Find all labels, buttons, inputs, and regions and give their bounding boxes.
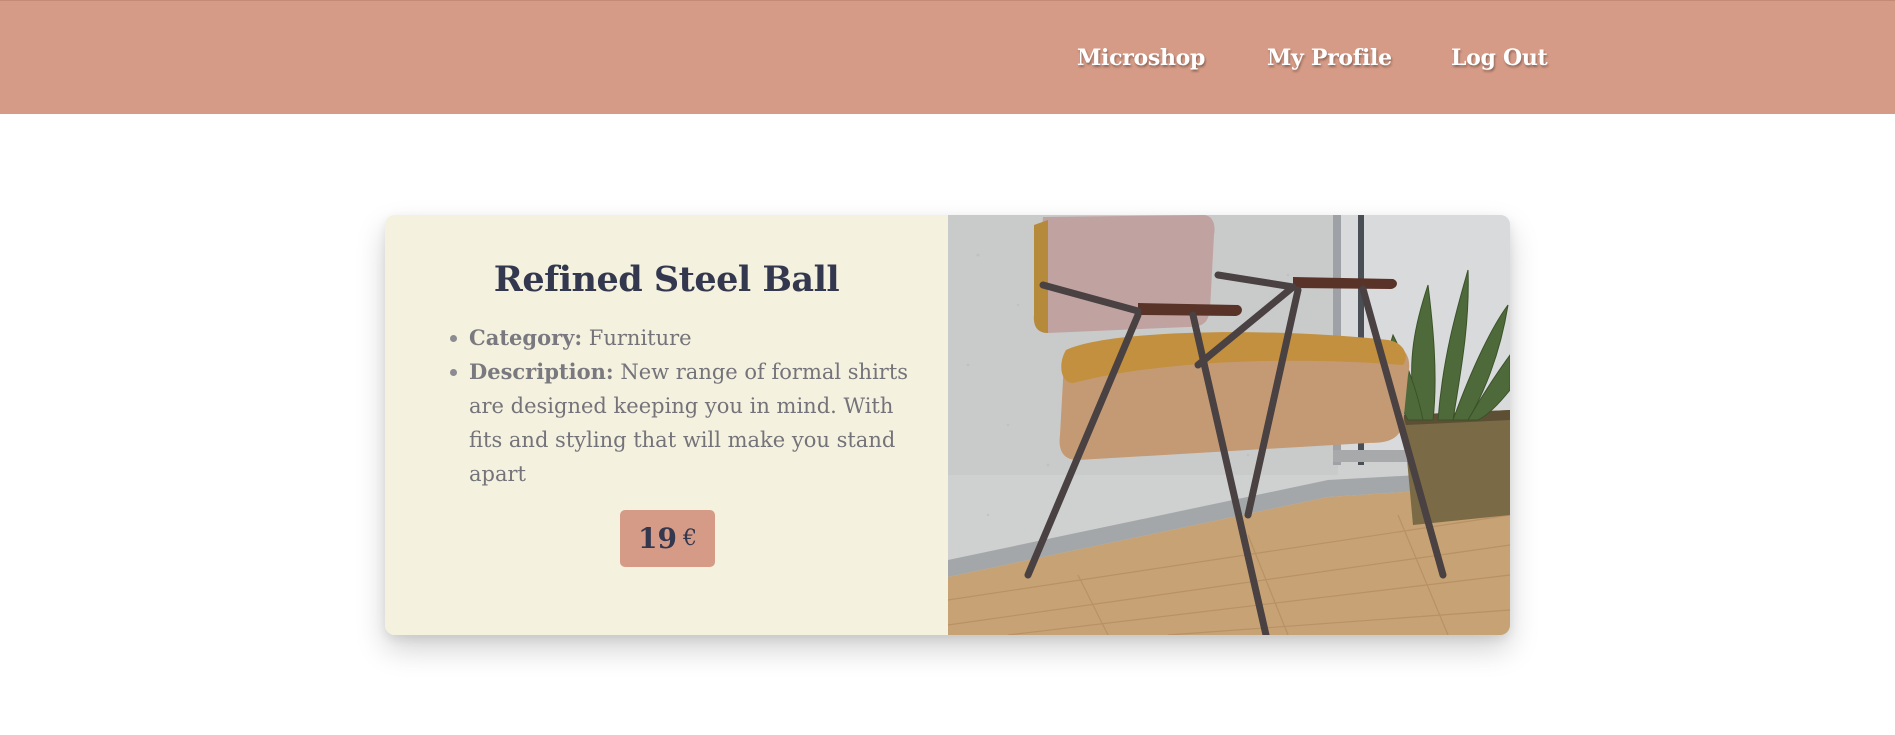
product-category-item: Category: Furniture <box>450 321 929 355</box>
price-currency: € <box>682 526 697 551</box>
product-description-item: Description: New range of formal shirts … <box>450 355 929 491</box>
product-info-panel: Refined Steel Ball Category: Furniture D… <box>385 215 948 635</box>
price-badge: 19 € <box>620 510 715 567</box>
nav-link-my-profile[interactable]: My Profile <box>1267 45 1392 71</box>
armchair-photo <box>948 215 1510 635</box>
category-label: Category: <box>469 325 583 350</box>
nav-link-microshop[interactable]: Microshop <box>1077 45 1205 71</box>
nav-link-log-out[interactable]: Log Out <box>1451 45 1548 71</box>
product-image <box>948 215 1510 635</box>
product-details-list: Category: Furniture Description: New ran… <box>450 321 929 491</box>
product-title: Refined Steel Ball <box>493 259 840 300</box>
price-value: 19 <box>638 522 677 555</box>
description-label: Description: <box>469 359 614 384</box>
product-card: Refined Steel Ball Category: Furniture D… <box>385 215 1510 635</box>
navbar: Microshop My Profile Log Out <box>0 0 1895 114</box>
category-value: Furniture <box>588 326 692 350</box>
